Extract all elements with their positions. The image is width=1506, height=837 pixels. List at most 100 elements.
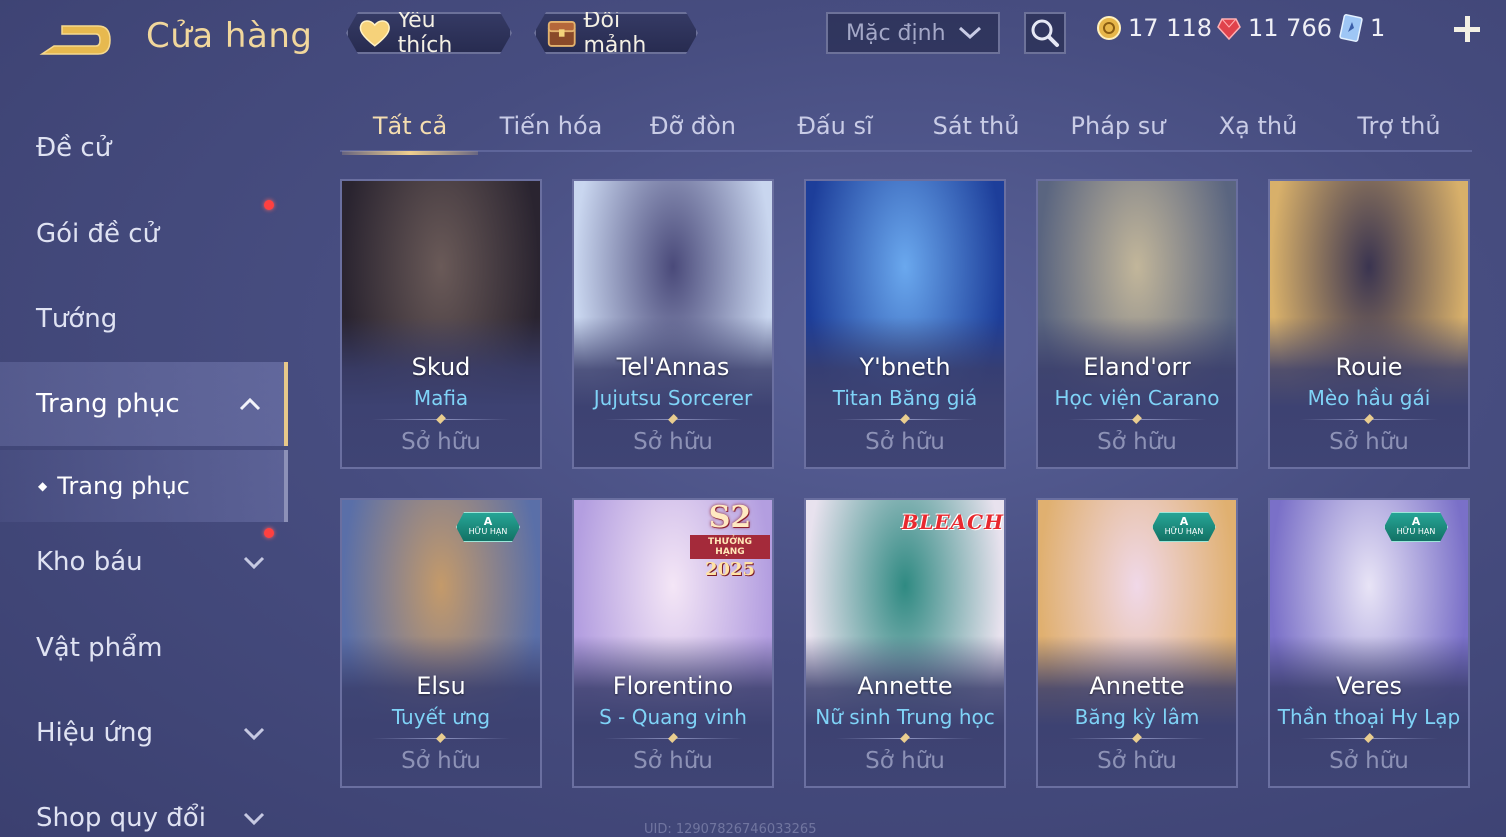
top-bar: Cửa hàng Yêu thích Đổi mảnh Mặc định 17 xyxy=(0,0,1506,80)
sidebar-item-items[interactable]: Vật phẩm xyxy=(0,606,288,690)
sidebar-item-label: Trang phục xyxy=(36,389,180,419)
owned-status: Sở hữu xyxy=(1329,429,1409,455)
sidebar-item-effects[interactable]: Hiệu ứng xyxy=(0,691,288,775)
skin-card[interactable]: S2 THƯỞNG HẠNG 2025 Florentino S - Quang… xyxy=(572,498,774,788)
skin-card[interactable]: Y'bneth Titan Băng giá Sở hữu xyxy=(804,179,1006,469)
tab-all[interactable]: Tất cả xyxy=(342,100,478,155)
skin-name: Thần thoại Hy Lạp xyxy=(1277,705,1461,729)
limited-text: HỮU HẠN xyxy=(468,527,508,536)
owned-status: Sở hữu xyxy=(633,429,713,455)
chevron-down-icon xyxy=(243,727,265,741)
notification-dot xyxy=(264,528,274,538)
sidebar-item-label: Vật phẩm xyxy=(36,633,163,663)
search-icon xyxy=(1031,19,1059,47)
skin-name: S - Quang vinh xyxy=(599,705,747,729)
back-arrow-icon xyxy=(39,25,111,55)
skin-name: Mafia xyxy=(413,386,469,410)
skin-card[interactable]: Eland'orr Học viện Carano Sở hữu xyxy=(1036,179,1238,469)
skin-card[interactable]: A HỮU HẠN Veres Thần thoại Hy Lạp Sở hữu xyxy=(1268,498,1470,788)
back-button[interactable] xyxy=(34,20,114,60)
gold-currency: 17 118 xyxy=(1096,14,1212,42)
hero-name: Y'bneth xyxy=(859,353,951,381)
favorites-button[interactable]: Yêu thích xyxy=(346,12,512,54)
sidebar-item-treasure[interactable]: Kho báu xyxy=(0,520,288,604)
chevron-down-icon xyxy=(958,26,982,40)
red-gem-icon xyxy=(1217,18,1241,41)
card-divider xyxy=(1300,738,1438,739)
tab-evolution[interactable]: Tiến hóa xyxy=(483,100,619,152)
skin-name: Học viện Carano xyxy=(1054,386,1220,410)
limited-badge: A HỮU HẠN xyxy=(1384,512,1448,542)
card-divider xyxy=(1068,419,1206,420)
skin-name: Titan Băng giá xyxy=(832,386,978,410)
tab-fighter[interactable]: Đấu sĩ xyxy=(767,100,903,152)
sidebar-item-label: Shop quy đổi xyxy=(36,803,206,833)
card-divider xyxy=(1068,738,1206,739)
hero-name: Annette xyxy=(1089,672,1185,700)
skin-name: Băng kỳ lâm xyxy=(1074,705,1200,729)
owned-status: Sở hữu xyxy=(1329,748,1409,774)
heart-icon xyxy=(358,18,392,48)
skin-card[interactable]: A HỮU HẠN Elsu Tuyết ưng Sở hữu xyxy=(340,498,542,788)
page-title: Cửa hàng xyxy=(146,16,313,56)
skin-name: Mèo hầu gái xyxy=(1307,386,1431,410)
sidebar-item-exchange-shop[interactable]: Shop quy đổi xyxy=(0,776,288,837)
rank-text: THƯỞNG HẠNG xyxy=(690,535,770,559)
ticket-amount: 1 xyxy=(1370,14,1386,42)
chevron-up-icon xyxy=(239,397,261,411)
tab-tank[interactable]: Đỡ đòn xyxy=(625,100,761,152)
sidebar-item-label: Tướng xyxy=(36,304,118,334)
add-currency-button[interactable] xyxy=(1452,14,1482,44)
skin-card[interactable]: Skud Mafia Sở hữu xyxy=(340,179,542,469)
notification-dot xyxy=(264,200,274,210)
hero-name: Rouie xyxy=(1335,353,1403,381)
sidebar-item-heroes[interactable]: Tướng xyxy=(0,277,288,361)
skin-card[interactable]: Tel'Annas Jujutsu Sorcerer Sở hữu xyxy=(572,179,774,469)
skin-name: Nữ sinh Trung học xyxy=(815,705,995,729)
owned-status: Sở hữu xyxy=(865,748,945,774)
gold-coin-icon xyxy=(1097,16,1121,40)
diamond-bullet-icon: ◆ xyxy=(38,479,48,493)
sidebar-item-label: Kho báu xyxy=(36,547,143,577)
exchange-shards-label: Đổi mảnh xyxy=(583,8,647,58)
sort-value: Mặc định xyxy=(846,20,946,46)
card-divider xyxy=(372,738,510,739)
chest-icon xyxy=(546,17,577,49)
hero-name: Florentino xyxy=(612,672,734,700)
sidebar-item-recommended[interactable]: Đề cử xyxy=(0,106,288,190)
tab-assassin[interactable]: Sát thủ xyxy=(908,100,1044,152)
chevron-down-icon xyxy=(243,556,265,570)
card-divider xyxy=(604,419,742,420)
search-button[interactable] xyxy=(1024,12,1066,54)
sidebar-item-skins[interactable]: Trang phục xyxy=(0,362,288,446)
card-divider xyxy=(1300,419,1438,420)
sort-dropdown[interactable]: Mặc định xyxy=(826,12,1000,54)
hero-name: Veres xyxy=(1336,672,1402,700)
owned-status: Sở hữu xyxy=(1097,429,1177,455)
gem-amount: 11 766 xyxy=(1248,14,1332,42)
skin-card[interactable]: A HỮU HẠN Annette Băng kỳ lâm Sở hữu xyxy=(1036,498,1238,788)
sidebar-item-label: Hiệu ứng xyxy=(36,718,153,748)
tab-marksman[interactable]: Xạ thủ xyxy=(1190,100,1326,152)
limited-grade: A xyxy=(483,515,493,528)
sidebar-item-recommended-packs[interactable]: Gói đề cử xyxy=(0,192,288,276)
hero-name: Annette xyxy=(857,672,953,700)
limited-grade: A xyxy=(1179,515,1189,528)
tab-support[interactable]: Trợ thủ xyxy=(1331,100,1467,152)
sidebar-subitem-skins[interactable]: ◆ Trang phục xyxy=(0,450,288,522)
limited-badge: A HỮU HẠN xyxy=(1152,512,1216,542)
limited-badge: A HỮU HẠN xyxy=(456,512,520,542)
rank-year: 2025 xyxy=(704,559,756,580)
card-divider xyxy=(836,738,974,739)
skin-card[interactable]: Rouie Mèo hầu gái Sở hữu xyxy=(1268,179,1470,469)
card-divider xyxy=(372,419,510,420)
ticket-currency: 1 xyxy=(1338,14,1385,42)
exchange-shards-button[interactable]: Đổi mảnh xyxy=(534,12,698,54)
tab-mage[interactable]: Pháp sư xyxy=(1050,100,1186,152)
hero-name: Elsu xyxy=(416,672,466,700)
sidebar: Đề cử Gói đề cử Tướng Trang phục ◆ Trang… xyxy=(0,100,288,837)
favorites-label: Yêu thích xyxy=(397,8,453,58)
skin-card[interactable]: BLEACH Annette Nữ sinh Trung học Sở hữu xyxy=(804,498,1006,788)
voucher-card-icon xyxy=(1339,14,1363,42)
owned-status: Sở hữu xyxy=(865,429,945,455)
